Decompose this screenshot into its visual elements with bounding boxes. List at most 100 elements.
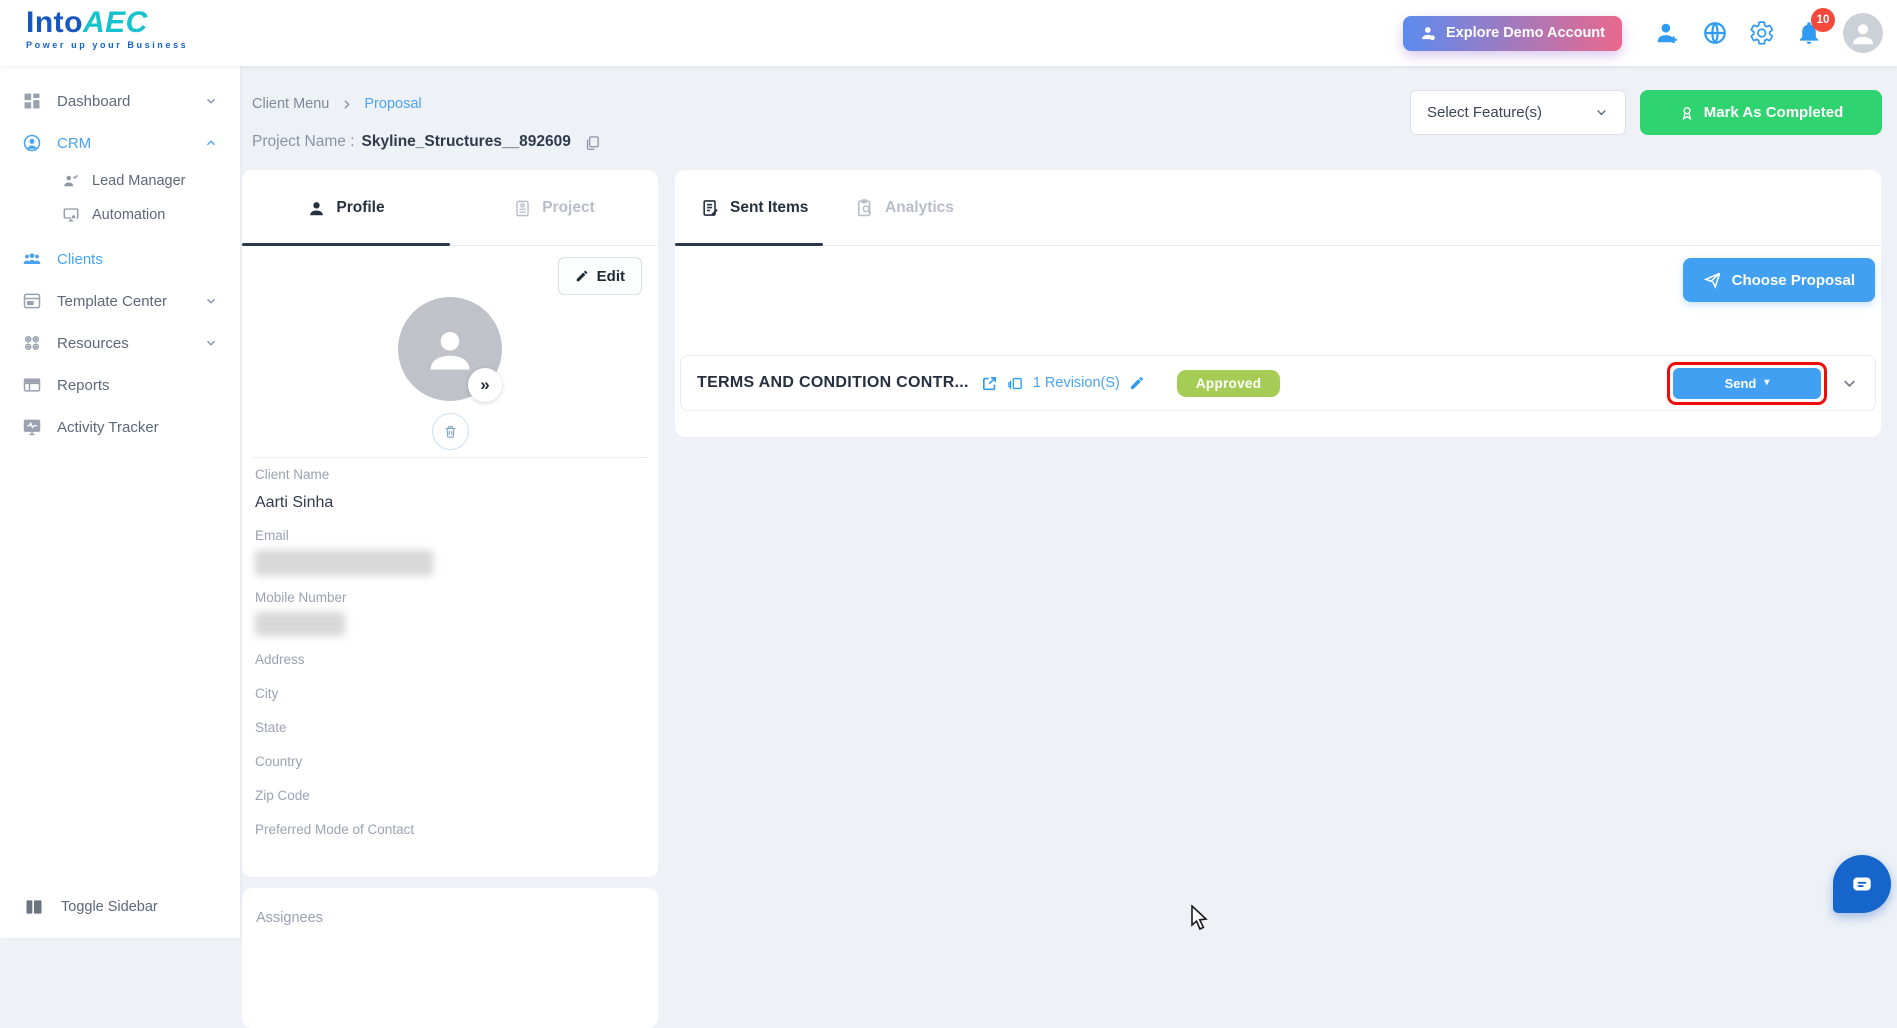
sidebar-item-dashboard[interactable]: Dashboard [0, 80, 240, 122]
proposal-title: TERMS AND CONDITION CONTR... [697, 374, 969, 391]
chat-icon [1853, 877, 1871, 891]
trash-icon [445, 425, 456, 438]
proposal-row[interactable]: TERMS AND CONDITION CONTR... 1 Revision(… [680, 355, 1876, 411]
logo-text: IntoAEC [26, 6, 148, 39]
edit-pencil-icon[interactable] [1129, 375, 1145, 391]
award-icon [1679, 105, 1695, 121]
feature-select-value: Select Feature(s) [1427, 104, 1543, 121]
tab-profile[interactable]: Profile [242, 170, 450, 246]
profile-card-tabs: Profile Project [242, 170, 658, 246]
revisions-link[interactable]: 1 Revision(S) [1033, 375, 1120, 391]
breadcrumb-proposal[interactable]: Proposal [364, 96, 421, 112]
sent-items-icon [700, 198, 720, 218]
field-city: City [255, 686, 279, 701]
resources-icon [22, 333, 42, 353]
template-center-icon [22, 291, 42, 311]
clients-icon [22, 249, 42, 269]
field-address: Address [255, 652, 305, 667]
send-button-highlight: Send ▾ [1667, 361, 1827, 405]
app-logo[interactable]: IntoAEC Power up your Business [26, 6, 189, 51]
field-email: Email [255, 528, 645, 576]
field-state: State [255, 720, 287, 735]
sidebar: Dashboard CRM Lead Manager Automation Cl… [0, 66, 240, 938]
client-fields: Client Name Aarti Sinha Email Mobile Num… [255, 467, 645, 856]
edit-button[interactable]: Edit [557, 257, 642, 295]
analytics-icon [855, 198, 875, 218]
assignees-card: Assignees [242, 888, 658, 1028]
redacted-mobile-value [255, 612, 345, 636]
sidebar-item-resources[interactable]: Resources [0, 322, 240, 364]
project-doc-icon [513, 199, 532, 218]
field-preferred-mode: Preferred Mode of Contact [255, 822, 415, 837]
chevron-up-icon [204, 136, 218, 150]
sidebar-item-clients[interactable]: Clients [0, 238, 240, 280]
tab-sent-items[interactable]: Sent Items [700, 170, 808, 246]
field-country: Country [255, 754, 303, 769]
add-user-icon[interactable] [1655, 20, 1681, 46]
client-profile-card: Profile Project Edit » Client Name Aarti… [242, 170, 658, 877]
explore-demo-account-button[interactable]: Explore Demo Account [1403, 15, 1622, 51]
sent-panel-tabs: Sent Items Analytics [675, 170, 1881, 246]
user-avatar[interactable] [1843, 13, 1883, 53]
logo-tagline: Power up your Business [26, 40, 189, 50]
client-name-value: Aarti Sinha [255, 494, 334, 511]
active-tab-indicator [242, 243, 450, 246]
send-button[interactable]: Send ▾ [1673, 367, 1821, 399]
sidebar-item-activity-tracker[interactable]: Activity Tracker [0, 406, 240, 448]
app-header: IntoAEC Power up your Business Explore D… [0, 0, 1897, 66]
chat-fab-button[interactable] [1833, 855, 1891, 913]
delete-avatar-button[interactable] [432, 413, 469, 450]
toggle-sidebar-button[interactable]: Toggle Sidebar [0, 886, 240, 928]
divider [252, 457, 648, 458]
lead-manager-icon [62, 172, 80, 190]
external-link-icon[interactable] [981, 375, 998, 392]
notification-count-badge: 10 [1811, 8, 1835, 32]
dashboard-icon [22, 91, 42, 111]
mark-as-completed-button[interactable]: Mark As Completed [1640, 90, 1882, 135]
pencil-icon [575, 269, 589, 283]
avatar-expand-button[interactable]: » [468, 368, 502, 402]
main-content: Client Menu Proposal Project Name : Skyl… [240, 66, 1897, 1028]
chevron-down-icon [1594, 105, 1609, 120]
copy-icon[interactable] [584, 134, 601, 151]
status-badge: Approved [1176, 369, 1281, 397]
header-actions: Explore Demo Account 10 [1403, 0, 1883, 66]
sidebar-item-automation[interactable]: Automation [0, 198, 240, 232]
project-name-value: Skyline_Structures__892609 [361, 133, 571, 150]
sent-items-panel: Sent Items Analytics Choose Proposal TER… [675, 170, 1881, 437]
project-name-line: Project Name : Skyline_Structures__89260… [252, 133, 601, 151]
breadcrumb: Client Menu Proposal [252, 96, 422, 112]
active-tab-indicator [675, 243, 823, 246]
globe-icon[interactable] [1702, 20, 1728, 46]
notifications-bell[interactable]: 10 [1796, 8, 1835, 46]
choose-proposal-button[interactable]: Choose Proposal [1682, 258, 1875, 302]
sidebar-item-crm[interactable]: CRM [0, 122, 240, 164]
breadcrumb-chevron-icon [340, 98, 353, 111]
project-name-label: Project Name : [252, 133, 355, 150]
automation-icon [62, 206, 80, 224]
redacted-email-value [255, 550, 433, 576]
sidebar-item-template-center[interactable]: Template Center [0, 280, 240, 322]
revisions-copy-icon[interactable] [1007, 375, 1024, 392]
reports-icon [22, 375, 42, 395]
field-zip-code: Zip Code [255, 788, 310, 803]
profile-person-icon [307, 199, 326, 218]
field-client-name: Client Name Aarti Sinha [255, 467, 645, 512]
assignees-title: Assignees [256, 910, 323, 926]
gear-icon[interactable] [1749, 20, 1775, 46]
toggle-sidebar-icon [24, 897, 44, 917]
breadcrumb-client-menu[interactable]: Client Menu [252, 96, 329, 112]
feature-select-dropdown[interactable]: Select Feature(s) [1410, 90, 1626, 135]
crm-icon [22, 133, 42, 153]
chevron-down-icon [204, 336, 218, 350]
chevron-down-icon [204, 294, 218, 308]
tab-project[interactable]: Project [450, 170, 658, 246]
sidebar-item-lead-manager[interactable]: Lead Manager [0, 164, 240, 198]
activity-tracker-icon [22, 417, 42, 437]
tab-analytics[interactable]: Analytics [855, 170, 954, 246]
field-mobile-number: Mobile Number [255, 590, 645, 636]
sidebar-item-reports[interactable]: Reports [0, 364, 240, 406]
paper-plane-icon [1703, 271, 1722, 290]
person-demo-icon [1420, 25, 1437, 42]
row-chevron-down-icon[interactable] [1840, 374, 1859, 393]
